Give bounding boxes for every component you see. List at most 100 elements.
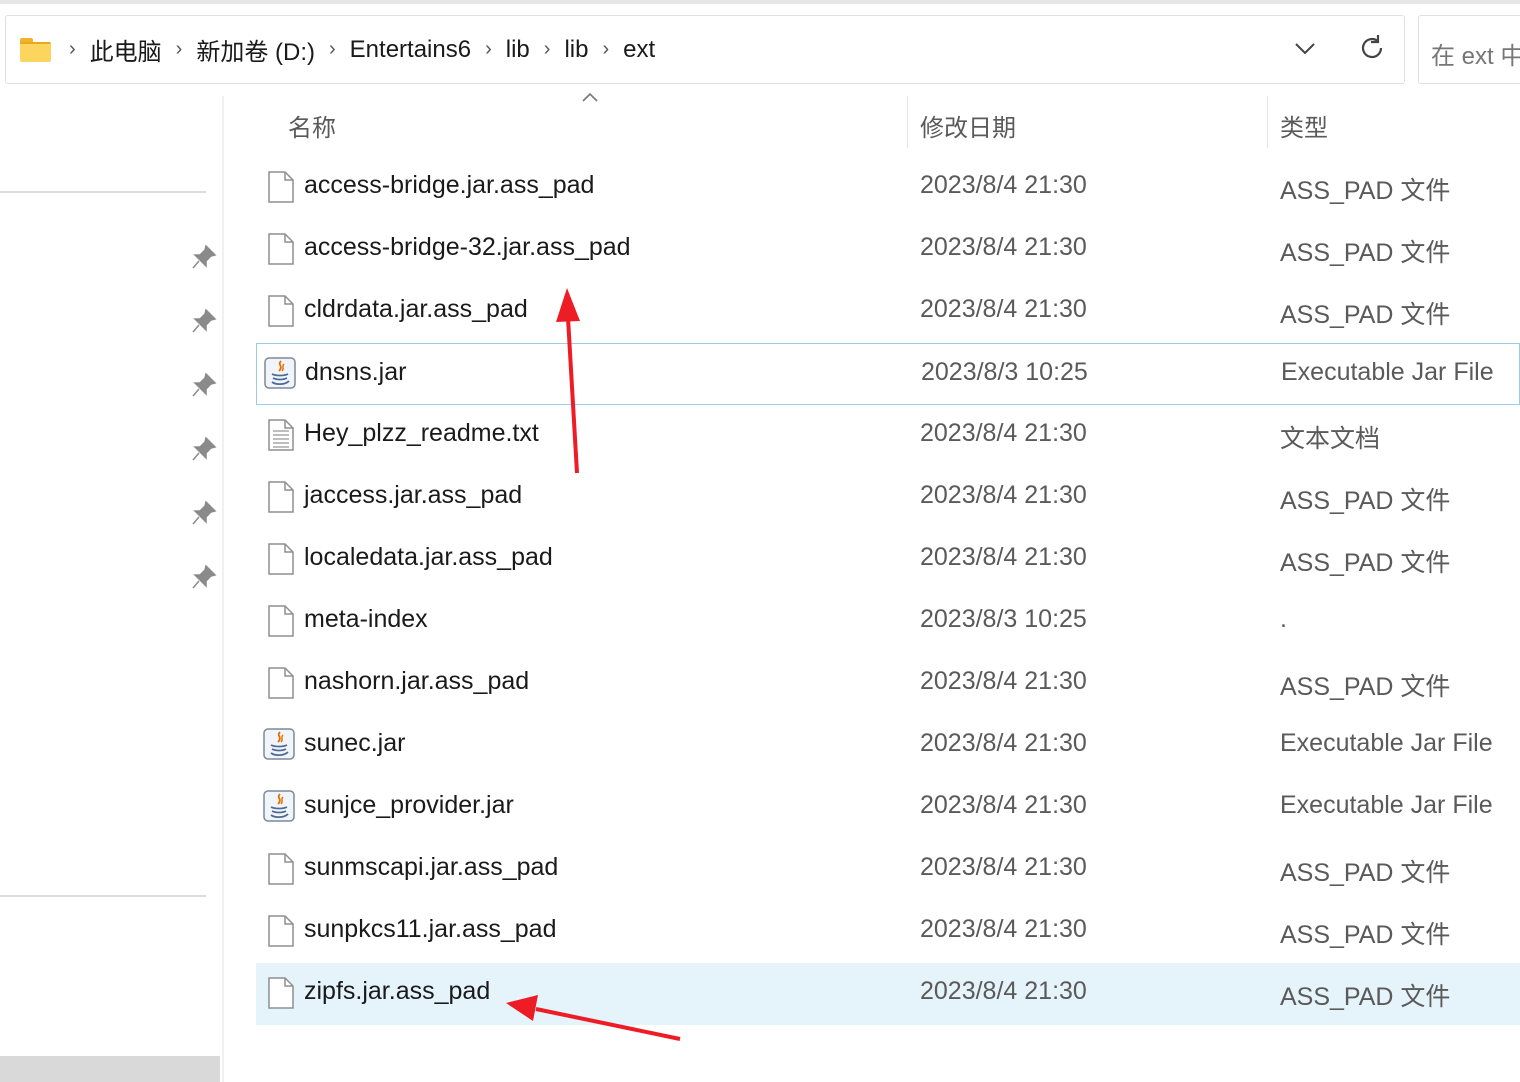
- file-modified-date: 2023/8/4 21:30: [920, 791, 1087, 819]
- java-jar-icon: [264, 357, 296, 389]
- file-modified-date: 2023/8/4 21:30: [920, 233, 1087, 261]
- file-modified-date: 2023/8/4 21:30: [920, 977, 1087, 1005]
- blank-file-icon-graphic: [268, 233, 294, 265]
- sidebar-divider: [0, 191, 206, 193]
- file-name[interactable]: zipfs.jar.ass_pad: [304, 977, 490, 1006]
- blank-file-icon: [268, 605, 294, 637]
- sort-ascending-icon: [582, 92, 598, 102]
- chevron-right-icon[interactable]: ›: [544, 38, 551, 61]
- pin-icon[interactable]: [190, 499, 218, 527]
- file-type: ASS_PAD 文件: [1280, 921, 1451, 949]
- window-top-border: [0, 0, 1520, 4]
- breadcrumb-lib-2[interactable]: lib: [564, 36, 588, 64]
- file-list: access-bridge.jar.ass_pad 2023/8/4 21:30 A…: [256, 157, 1520, 1025]
- file-type: ASS_PAD 文件: [1280, 983, 1451, 1011]
- folder-icon: [20, 37, 51, 62]
- breadcrumb: › 此电脑 › 新加卷 (D:) › Entertains6 › lib › l…: [20, 16, 655, 83]
- file-type: Executable Jar File: [1280, 729, 1493, 757]
- sidebar-selected-item[interactable]: [0, 1056, 220, 1082]
- pin-icon[interactable]: [190, 563, 218, 591]
- file-type: 文本文档: [1280, 425, 1381, 453]
- file-name[interactable]: jaccess.jar.ass_pad: [304, 481, 522, 510]
- file-row[interactable]: Hey_plzz_readme.txt 2023/8/4 21:30 文本文档: [256, 405, 1520, 467]
- file-name[interactable]: access-bridge.jar.ass_pad: [304, 171, 594, 200]
- blank-file-icon: [268, 171, 294, 203]
- file-type: Executable Jar File: [1280, 791, 1493, 819]
- file-name[interactable]: sunjce_provider.jar: [304, 791, 514, 820]
- blank-file-icon: [268, 915, 294, 947]
- pin-icon[interactable]: [190, 371, 218, 399]
- file-name[interactable]: meta-index: [304, 605, 428, 634]
- blank-file-icon-graphic: [268, 543, 294, 575]
- file-name[interactable]: sunpkcs11.jar.ass_pad: [304, 915, 556, 944]
- column-divider[interactable]: [907, 96, 908, 148]
- blank-file-icon: [268, 295, 294, 327]
- blank-file-icon-graphic: [268, 605, 294, 637]
- sidebar-divider: [0, 895, 206, 897]
- column-header-name[interactable]: 名称: [288, 108, 336, 143]
- breadcrumb-ext[interactable]: ext: [623, 36, 655, 64]
- blank-file-icon: [268, 543, 294, 575]
- file-row[interactable]: sunec.jar 2023/8/4 21:30 Executable Jar Fi…: [256, 715, 1520, 777]
- file-name[interactable]: dnsns.jar: [305, 358, 406, 387]
- file-row[interactable]: jaccess.jar.ass_pad 2023/8/4 21:30 ASS_PAD…: [256, 467, 1520, 529]
- pin-icon[interactable]: [190, 243, 218, 271]
- chevron-right-icon[interactable]: ›: [69, 38, 76, 61]
- file-modified-date: 2023/8/4 21:30: [920, 481, 1087, 509]
- text-file-icon: [268, 419, 294, 451]
- refresh-icon[interactable]: [1356, 32, 1388, 64]
- pin-icon[interactable]: [190, 435, 218, 463]
- column-header-modified[interactable]: 修改日期: [920, 108, 1016, 143]
- file-type: ASS_PAD 文件: [1280, 859, 1451, 887]
- file-name[interactable]: Hey_plzz_readme.txt: [304, 419, 539, 448]
- file-modified-date: 2023/8/4 21:30: [920, 295, 1087, 323]
- file-modified-date: 2023/8/4 21:30: [920, 853, 1087, 881]
- file-row[interactable]: sunpkcs11.jar.ass_pad 2023/8/4 21:30 ASS_P…: [256, 901, 1520, 963]
- file-modified-date: 2023/8/4 21:30: [920, 171, 1087, 199]
- file-modified-date: 2023/8/4 21:30: [920, 543, 1087, 571]
- file-name[interactable]: nashorn.jar.ass_pad: [304, 667, 529, 696]
- chevron-right-icon[interactable]: ›: [329, 38, 336, 61]
- file-name[interactable]: sunec.jar: [304, 729, 405, 758]
- file-row[interactable]: access-bridge-32.jar.ass_pad 2023/8/4 21:…: [256, 219, 1520, 281]
- breadcrumb-lib[interactable]: lib: [506, 36, 530, 64]
- file-modified-date: 2023/8/4 21:30: [920, 729, 1087, 757]
- file-type: .: [1280, 605, 1287, 633]
- breadcrumb-entertains6[interactable]: Entertains6: [350, 36, 471, 64]
- file-name[interactable]: cldrdata.jar.ass_pad: [304, 295, 528, 324]
- search-input[interactable]: 在 ext 中: [1418, 15, 1520, 84]
- blank-file-icon: [268, 481, 294, 513]
- java-jar-icon-graphic: [264, 357, 296, 389]
- file-row[interactable]: localedata.jar.ass_pad 2023/8/4 21:30 ASS_…: [256, 529, 1520, 591]
- blank-file-icon-graphic: [268, 295, 294, 327]
- file-name[interactable]: localedata.jar.ass_pad: [304, 543, 553, 572]
- breadcrumb-this-pc[interactable]: 此电脑: [90, 32, 162, 67]
- chevron-right-icon[interactable]: ›: [176, 38, 183, 61]
- column-divider[interactable]: [1267, 96, 1268, 148]
- chevron-down-icon[interactable]: [1291, 34, 1319, 62]
- file-row[interactable]: sunjce_provider.jar 2023/8/4 21:30 Executa…: [256, 777, 1520, 839]
- chevron-right-icon[interactable]: ›: [602, 38, 609, 61]
- file-row[interactable]: meta-index 2023/8/3 10:25.: [256, 591, 1520, 653]
- file-row[interactable]: sunmscapi.jar.ass_pad 2023/8/4 21:30 ASS_P…: [256, 839, 1520, 901]
- file-type: ASS_PAD 文件: [1280, 549, 1451, 577]
- file-row[interactable]: nashorn.jar.ass_pad 2023/8/4 21:30 ASS_PAD…: [256, 653, 1520, 715]
- file-name[interactable]: access-bridge-32.jar.ass_pad: [304, 233, 631, 262]
- file-row[interactable]: access-bridge.jar.ass_pad 2023/8/4 21:30 A…: [256, 157, 1520, 219]
- file-name[interactable]: sunmscapi.jar.ass_pad: [304, 853, 558, 882]
- blank-file-icon-graphic: [268, 171, 294, 203]
- file-modified-date: 2023/8/3 10:25: [920, 605, 1087, 633]
- file-row[interactable]: zipfs.jar.ass_pad 2023/8/4 21:30 ASS_PAD 文…: [256, 963, 1520, 1025]
- java-jar-icon-graphic: [263, 790, 295, 822]
- blank-file-icon-graphic: [268, 977, 294, 1009]
- chevron-right-icon[interactable]: ›: [485, 38, 492, 61]
- blank-file-icon: [268, 853, 294, 885]
- address-bar[interactable]: › 此电脑 › 新加卷 (D:) › Entertains6 › lib › l…: [5, 15, 1405, 84]
- pin-icon[interactable]: [190, 307, 218, 335]
- breadcrumb-drive-d[interactable]: 新加卷 (D:): [196, 32, 315, 67]
- file-modified-date: 2023/8/3 10:25: [921, 358, 1088, 386]
- file-type: Executable Jar File: [1281, 358, 1494, 386]
- file-row[interactable]: dnsns.jar 2023/8/3 10:25 Executable Jar Fi…: [256, 343, 1520, 405]
- file-row[interactable]: cldrdata.jar.ass_pad 2023/8/4 21:30 ASS_PA…: [256, 281, 1520, 343]
- column-header-type[interactable]: 类型: [1280, 108, 1328, 143]
